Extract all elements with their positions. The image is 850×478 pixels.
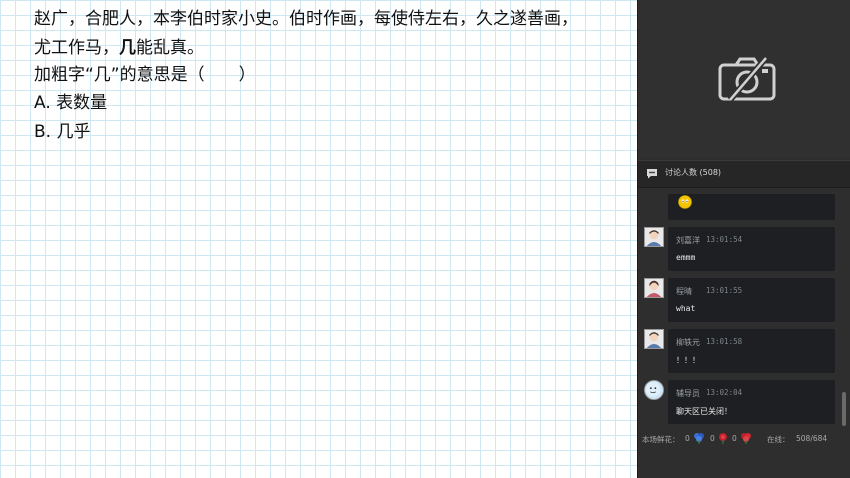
red-flower-icon[interactable] (717, 432, 729, 444)
chat-header-title: 讨论人数 (508) (665, 168, 722, 177)
chat-message: 刘嘉洋 13:01:54 emmm (668, 227, 835, 271)
message-text: emmm (676, 253, 696, 262)
question-passage-line-2: 尤工作马，几能乱真。 (34, 35, 204, 61)
message-sender: 柳轶元 (676, 338, 700, 347)
chat-message-list[interactable]: 刘嘉洋 13:01:54 emmm 程晴 13:01:55 what 柳轶元 1… (638, 188, 850, 428)
question-passage-line-1: 赵广，合肥人，本李伯时家小史。伯时作画，每使侍左右，久之遂善画， (34, 9, 578, 29)
message-time: 13:02:04 (706, 388, 743, 397)
chat-footer: 本场鲜花： 0 0 0 在线： 508/684 (638, 430, 850, 448)
message-time: 13:01:54 (706, 235, 743, 244)
chat-scrollbar[interactable] (842, 392, 846, 426)
red-flower-icon[interactable] (740, 432, 752, 444)
flower-count-2: 0 (710, 434, 715, 443)
avatar (644, 278, 664, 298)
chat-header: 讨论人数 (508) (638, 160, 850, 188)
chat-message: 辅导员 13:02:04 聊天区已关闭！ (668, 380, 835, 424)
chat-bubble-icon (647, 169, 657, 179)
message-time: 13:01:58 (706, 337, 743, 346)
online-label: 在线： (767, 435, 790, 444)
chat-message: 程晴 13:01:55 what (668, 278, 835, 322)
emoji-face-icon (678, 195, 692, 209)
flowers-label: 本场鲜花： (642, 435, 680, 444)
option-a: A. 表数量 (34, 93, 108, 113)
flower-count-3: 0 (732, 434, 737, 443)
chat-message-partial (668, 194, 835, 220)
flower-count-1: 0 (685, 434, 690, 443)
avatar (644, 329, 664, 349)
video-area (638, 0, 850, 158)
camera-off-icon (718, 56, 776, 102)
whiteboard: 赵广，合肥人，本李伯时家小史。伯时作画，每使侍左右，久之遂善画， 尤工作马，几能… (0, 0, 637, 478)
message-sender: 辅导员 (676, 389, 700, 398)
passage-line-2-pre: 尤工作马， (34, 38, 119, 58)
option-b: B. 几乎 (34, 122, 91, 142)
message-text: ！！！ (676, 356, 700, 365)
side-panel: 讨论人数 (508) 刘嘉洋 13:01:54 emmm 程晴 13:01:55… (637, 0, 850, 478)
online-count: 508/684 (796, 434, 828, 443)
bold-keyword: 几 (119, 38, 136, 58)
passage-line-2-post: 能乱真。 (136, 38, 204, 58)
blue-flower-icon[interactable] (693, 432, 705, 444)
message-text: 聊天区已关闭！ (676, 407, 732, 416)
chat-message: 柳轶元 13:01:58 ！！！ (668, 329, 835, 373)
message-time: 13:01:55 (706, 286, 743, 295)
question-prompt: 加粗字“几”的意思是（ ） (34, 65, 256, 85)
message-sender: 刘嘉洋 (676, 236, 700, 245)
avatar (644, 380, 664, 400)
message-sender: 程晴 (676, 287, 692, 296)
avatar (644, 227, 664, 247)
message-text: what (676, 304, 696, 313)
